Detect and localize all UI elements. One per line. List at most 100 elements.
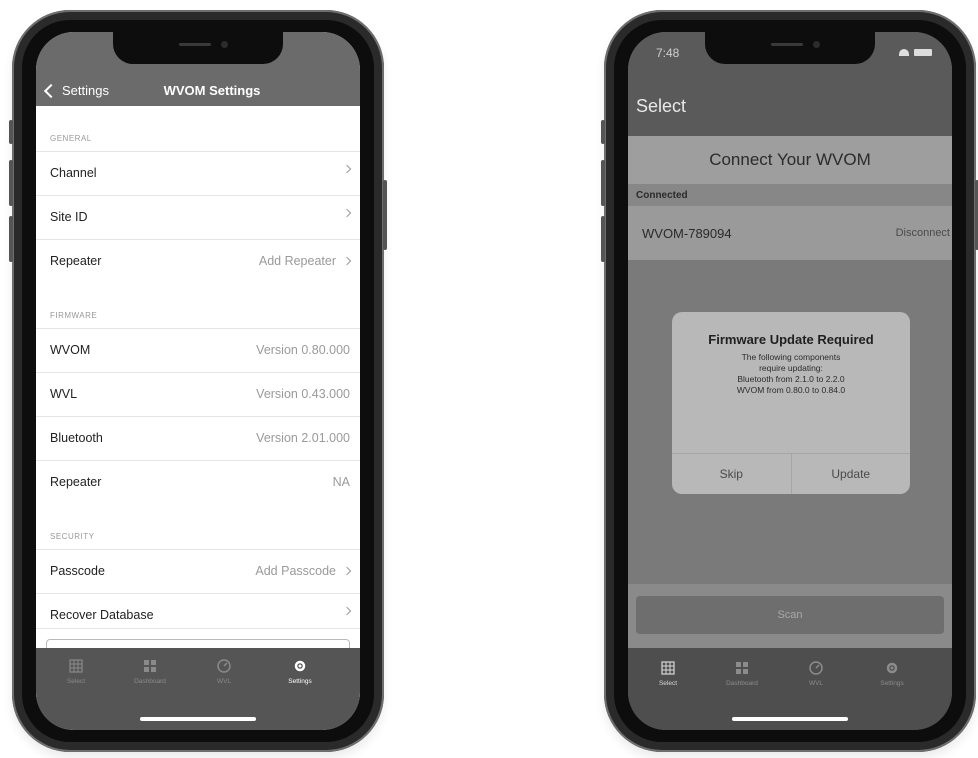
- volume-up-button: [601, 160, 605, 206]
- tab-dashboard[interactable]: Dashboard: [712, 660, 772, 687]
- tab-settings[interactable]: Settings: [862, 660, 922, 687]
- dialog-message-line: The following components: [741, 352, 841, 362]
- tab-select[interactable]: Select: [638, 660, 698, 687]
- phone-left: Settings WVOM Settings GENERAL Channel Sit…: [9, 10, 387, 752]
- row-label: Repeater: [50, 254, 102, 268]
- section-header-label: SECURITY: [50, 532, 95, 541]
- update-button[interactable]: Update: [790, 454, 911, 494]
- row-label: Passcode: [50, 564, 105, 578]
- settings-row[interactable]: Repeater Add Repeater: [36, 239, 360, 283]
- row-value-text: Add Passcode: [255, 564, 336, 578]
- dialog-message: The following components require updating…: [682, 352, 900, 396]
- section-header-label: GENERAL: [50, 134, 92, 143]
- row-label: Channel: [50, 166, 97, 180]
- tab-bar: Select Dashboard WVL Settings: [36, 648, 360, 730]
- row-value-text: Add Repeater: [258, 254, 336, 268]
- select-screen: 7:48 Select Connect Your WVOM Connected …: [628, 32, 952, 730]
- row-label: Site ID: [50, 210, 88, 224]
- skip-button[interactable]: Skip: [672, 454, 791, 494]
- tab-dashboard[interactable]: Dashboard: [120, 658, 180, 685]
- chevron-right-icon: [342, 606, 352, 616]
- row-value: Add Repeater: [258, 254, 352, 268]
- firmware-update-dialog: Firmware Update Required The following c…: [672, 312, 910, 494]
- row-label: Bluetooth: [50, 431, 103, 445]
- settings-row[interactable]: Passcode Add Passcode: [36, 549, 360, 593]
- notch: [113, 32, 283, 64]
- connect-heading: Connect Your WVOM: [628, 136, 952, 184]
- gauge-icon: [808, 660, 824, 676]
- row-value: Version 0.80.000: [256, 343, 350, 357]
- tab-label: Select: [66, 678, 86, 685]
- dashboard-icon: [734, 660, 750, 676]
- device-row[interactable]: WVOM-789094 Disconnect: [628, 206, 952, 261]
- tab-wvl[interactable]: WVL: [194, 658, 254, 685]
- page-title: Select: [636, 96, 687, 116]
- settings-row[interactable]: Channel: [36, 151, 360, 195]
- content: Connect Your WVOM Connected WVOM-789094 …: [628, 136, 952, 648]
- dialog-message-line: Bluetooth from 2.1.0 to 2.2.0: [737, 374, 845, 384]
- row-value-text: Version 0.80.000: [256, 343, 350, 357]
- dialog-message-line: require updating:: [759, 363, 823, 373]
- scan-area: Scan: [628, 584, 952, 648]
- section-header: GENERAL: [36, 106, 360, 151]
- row-value: NA: [333, 475, 350, 489]
- volume-up-button: [9, 160, 13, 206]
- row-value-text: Version 0.43.000: [256, 387, 350, 401]
- tab-select[interactable]: Select: [46, 658, 106, 685]
- row-label: WVOM: [50, 343, 91, 357]
- disconnect-button[interactable]: Disconnect: [896, 227, 950, 239]
- page-title: WVOM Settings: [163, 83, 261, 98]
- settings-row: Bluetooth Version 2.01.000: [36, 416, 360, 460]
- dialog-title: Firmware Update Required: [708, 332, 874, 347]
- wifi-icon: [899, 49, 909, 56]
- gear-icon: [292, 658, 308, 674]
- tab-settings[interactable]: Settings: [270, 658, 330, 685]
- chevron-right-icon: [342, 208, 352, 218]
- row-value: Version 2.01.000: [256, 431, 350, 445]
- row-value: [336, 606, 352, 616]
- status-time: 7:48: [656, 46, 680, 60]
- dialog-actions: Skip Update: [672, 453, 910, 494]
- volume-down-button: [9, 216, 13, 262]
- device-name: WVOM-789094: [642, 226, 732, 241]
- row-value: Add Passcode: [255, 564, 352, 578]
- row-label: WVL: [50, 387, 78, 401]
- side-button: [601, 120, 605, 144]
- tab-label: Dashboard: [726, 680, 758, 687]
- battery-icon: [914, 49, 932, 56]
- phone-right: 7:48 Select Connect Your WVOM Connected …: [601, 10, 978, 752]
- chevron-right-icon: [342, 164, 352, 174]
- tab-label: Dashboard: [134, 678, 166, 685]
- side-button: [9, 120, 13, 144]
- row-value: [336, 164, 352, 174]
- tab-wvl[interactable]: WVL: [786, 660, 846, 687]
- row-value: Version 0.43.000: [256, 387, 350, 401]
- gear-icon: [884, 660, 900, 676]
- tab-label: WVL: [808, 680, 824, 687]
- tab-label: Settings: [880, 680, 904, 687]
- dashboard-icon: [142, 658, 158, 674]
- section-header: FIRMWARE: [36, 283, 360, 328]
- home-indicator: [732, 717, 848, 721]
- chevron-right-icon: [342, 256, 352, 266]
- settings-screen: Settings WVOM Settings GENERAL Channel Sit…: [36, 32, 360, 730]
- tab-label: Select: [658, 680, 678, 687]
- row-value-text: Version 2.01.000: [256, 431, 350, 445]
- row-label: Repeater: [50, 475, 102, 489]
- grid-icon: [68, 658, 84, 674]
- gauge-icon: [216, 658, 232, 674]
- scan-button[interactable]: Scan: [636, 596, 944, 634]
- settings-row[interactable]: Site ID: [36, 195, 360, 239]
- settings-list: GENERAL Channel Site ID Repeater Add Repeate…: [36, 106, 360, 637]
- row-value: [336, 208, 352, 218]
- status-icons: [899, 49, 932, 56]
- dialog-message-line: WVOM from 0.80.0 to 0.84.0: [736, 385, 846, 395]
- chevron-right-icon: [342, 566, 352, 576]
- settings-row: WVL Version 0.43.000: [36, 372, 360, 416]
- volume-down-button: [601, 216, 605, 262]
- connected-label: Connected: [636, 190, 688, 201]
- settings-row: Repeater NA: [36, 460, 360, 504]
- power-button: [383, 180, 387, 250]
- settings-row: WVOM Version 0.80.000: [36, 328, 360, 372]
- tab-label: Settings: [288, 678, 312, 685]
